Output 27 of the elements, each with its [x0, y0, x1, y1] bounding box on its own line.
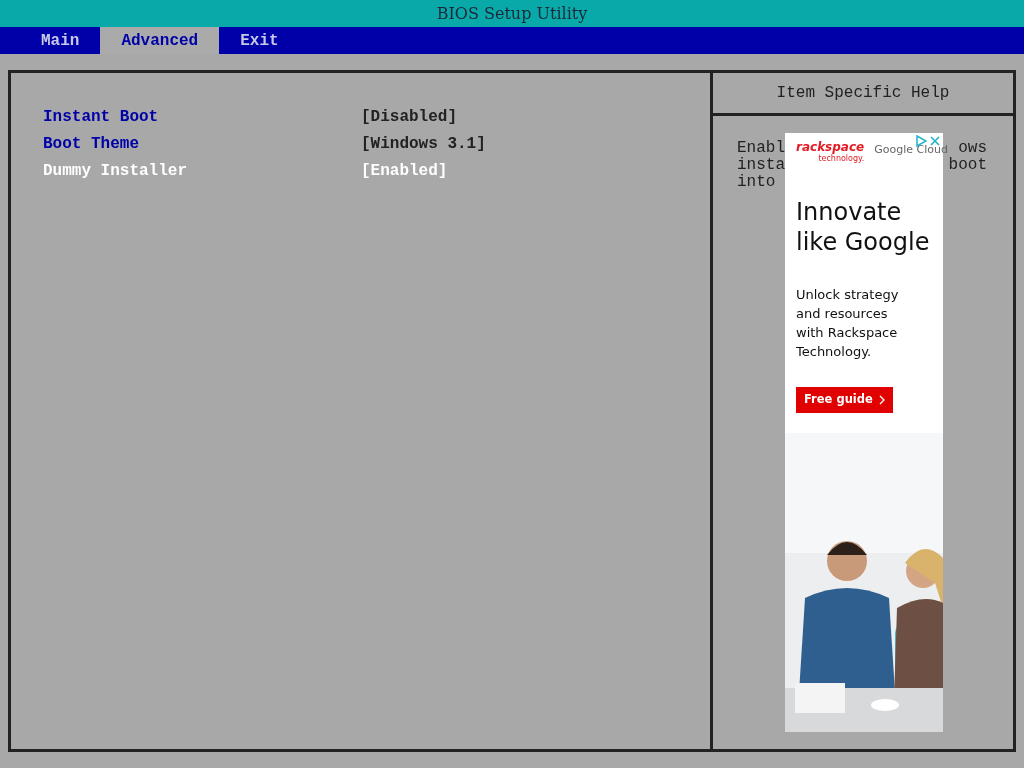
- menu-tab[interactable]: Main: [20, 27, 101, 54]
- ad-headline: Innovate like Google: [796, 197, 931, 257]
- setting-value[interactable]: [Windows 3.1]: [361, 131, 486, 156]
- help-title: Item Specific Help: [776, 83, 950, 104]
- setting-label[interactable]: Instant Boot: [43, 104, 361, 129]
- ad-body-text: Unlock strategy and resources with Rackspace Technology.: [796, 286, 900, 361]
- setting-value[interactable]: [Disabled]: [361, 104, 457, 129]
- menu-tab[interactable]: Exit: [219, 27, 300, 54]
- help-text: ows: [958, 140, 987, 157]
- partner-logo: Google Cloud: [874, 143, 948, 157]
- setting-row[interactable]: Instant Boot [Disabled]: [43, 107, 710, 126]
- chevron-icon: [878, 395, 885, 405]
- setting-label[interactable]: Boot Theme: [43, 131, 361, 156]
- help-text: boot: [948, 157, 987, 174]
- help-text: into: [737, 174, 776, 191]
- setting-value: [Enabled]: [361, 160, 448, 182]
- window-title: BIOS Setup Utility: [436, 2, 588, 25]
- help-text: insta: [737, 157, 785, 174]
- setting-row[interactable]: Boot Theme [Windows 3.1]: [43, 134, 710, 153]
- brand-logo: rackspace: [796, 141, 865, 154]
- menu-tab[interactable]: Advanced: [100, 27, 220, 54]
- close-icon[interactable]: [929, 135, 941, 147]
- ad-choices-icon[interactable]: [915, 135, 927, 147]
- brand-subtitle: technology.: [818, 154, 865, 163]
- help-text: Enabl: [737, 140, 785, 157]
- free-guide-button[interactable]: Free guide: [796, 387, 893, 413]
- setting-label: Dummy Installer: [43, 160, 189, 182]
